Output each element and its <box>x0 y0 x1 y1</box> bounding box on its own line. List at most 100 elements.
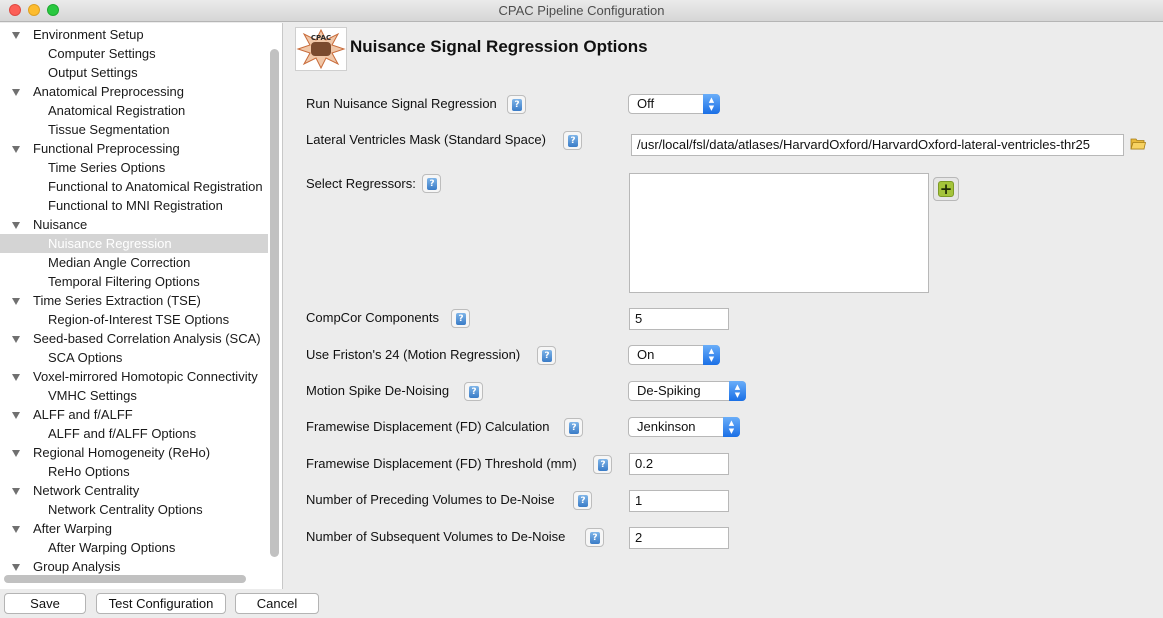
tree-section[interactable]: Environment Setup <box>0 25 268 44</box>
motion-spike-value: De-Spiking <box>637 383 701 398</box>
tree-section[interactable]: After Warping <box>0 519 268 538</box>
motion-spike-label: Motion Spike De-Noising <box>306 383 450 398</box>
disclosure-triangle-icon[interactable] <box>12 374 20 381</box>
window-title: CPAC Pipeline Configuration <box>498 3 665 18</box>
tree-section[interactable]: Functional Preprocessing <box>0 139 268 158</box>
tree-section[interactable]: Seed-based Correlation Analysis (SCA) <box>0 329 268 348</box>
tree-item-label: After Warping Options <box>48 540 176 555</box>
help-icon[interactable]: ? <box>537 346 556 365</box>
tree-item[interactable]: Time Series Options <box>0 158 268 177</box>
test-configuration-button[interactable]: Test Configuration <box>96 593 226 614</box>
disclosure-triangle-icon[interactable] <box>12 89 20 96</box>
tree-item[interactable]: Functional to Anatomical Registration <box>0 177 268 196</box>
friston-value: On <box>637 347 655 362</box>
tree-section[interactable]: ALFF and f/ALFF <box>0 405 268 424</box>
tree-item[interactable]: SCA Options <box>0 348 268 367</box>
tree-horizontal-scrollbar[interactable] <box>4 575 246 583</box>
tree-vertical-scrollbar[interactable] <box>270 49 279 557</box>
tree-item-label: Network Centrality Options <box>48 502 203 517</box>
motion-spike-select[interactable]: De-Spiking ▲ ▼ <box>628 381 746 401</box>
help-icon[interactable]: ? <box>464 382 483 401</box>
save-button[interactable]: Save <box>4 593 86 614</box>
tree-item[interactable]: Temporal Filtering Options <box>0 272 268 291</box>
tree-item-label: Tissue Segmentation <box>48 122 170 137</box>
tree-item-label: Group Analysis <box>33 559 121 574</box>
tree-item[interactable]: Tissue Segmentation <box>0 120 268 139</box>
disclosure-triangle-icon[interactable] <box>12 450 20 457</box>
tree-item-label: Temporal Filtering Options <box>48 274 200 289</box>
tree-item-label: Time Series Options <box>48 160 166 175</box>
help-icon[interactable]: ? <box>507 95 526 114</box>
add-regressor-button[interactable]: + <box>933 177 959 201</box>
tree-item-label: Anatomical Preprocessing <box>33 84 185 99</box>
tree-item-label: Regional Homogeneity (ReHo) <box>33 445 211 460</box>
tree-item[interactable]: ReHo Options <box>0 462 268 481</box>
disclosure-triangle-icon[interactable] <box>12 146 20 153</box>
fd-threshold-field[interactable]: 0.2 <box>629 453 729 475</box>
tree-item[interactable]: Network Centrality Options <box>0 500 268 519</box>
help-icon[interactable]: ? <box>585 528 604 547</box>
lateral-ventricles-path-field[interactable]: /usr/local/fsl/data/atlases/HarvardOxfor… <box>631 134 1124 156</box>
fd-calculation-value: Jenkinson <box>637 419 696 434</box>
tree-item-label: ALFF and f/ALFF Options <box>48 426 197 441</box>
help-icon[interactable]: ? <box>564 418 583 437</box>
tree-section[interactable]: Time Series Extraction (TSE) <box>0 291 268 310</box>
tree-item[interactable]: Anatomical Registration <box>0 101 268 120</box>
tree-item-label: Computer Settings <box>48 46 156 61</box>
tree-section[interactable]: Voxel-mirrored Homotopic Connectivity <box>0 367 268 386</box>
tree-item[interactable]: Nuisance Regression <box>0 234 268 253</box>
tree-item[interactable]: ALFF and f/ALFF Options <box>0 424 268 443</box>
tree-item-label: Network Centrality <box>33 483 140 498</box>
add-icon: + <box>938 180 954 198</box>
folder-icon[interactable] <box>1130 137 1147 150</box>
disclosure-triangle-icon[interactable] <box>12 488 20 495</box>
disclosure-triangle-icon[interactable] <box>12 298 20 305</box>
help-icon[interactable]: ? <box>422 174 441 193</box>
chevron-updown-icon: ▲ ▼ <box>703 345 720 365</box>
tree-item[interactable]: After Warping Options <box>0 538 268 557</box>
disclosure-triangle-icon[interactable] <box>12 32 20 39</box>
help-icon[interactable]: ? <box>451 309 470 328</box>
tree-item[interactable]: Median Angle Correction <box>0 253 268 272</box>
run-nuisance-select[interactable]: Off ▲ ▼ <box>628 94 720 114</box>
navigation-tree[interactable]: Environment Setup Computer Settings Output… <box>0 23 283 589</box>
cpac-logo: CPAC <box>295 27 347 71</box>
compcor-field[interactable]: 5 <box>629 308 729 330</box>
disclosure-triangle-icon[interactable] <box>12 564 20 571</box>
page-title: Nuisance Signal Regression Options <box>350 37 648 56</box>
tree-item-label: VMHC Settings <box>48 388 137 403</box>
chevron-updown-icon: ▲ ▼ <box>729 381 746 401</box>
disclosure-triangle-icon[interactable] <box>12 222 20 229</box>
tree-section[interactable]: Regional Homogeneity (ReHo) <box>0 443 268 462</box>
help-icon[interactable]: ? <box>563 131 582 150</box>
select-regressors-label: Select Regressors: <box>306 176 416 191</box>
help-icon[interactable]: ? <box>593 455 612 474</box>
disclosure-triangle-icon[interactable] <box>12 336 20 343</box>
tree-item-label: Seed-based Correlation Analysis (SCA) <box>33 331 261 346</box>
friston-select[interactable]: On ▲ ▼ <box>628 345 720 365</box>
disclosure-triangle-icon[interactable] <box>12 412 20 419</box>
help-icon[interactable]: ? <box>573 491 592 510</box>
tree-item-label: Output Settings <box>48 65 138 80</box>
lateral-ventricles-label: Lateral Ventricles Mask (Standard Space) <box>306 132 546 147</box>
tree-section[interactable]: Network Centrality <box>0 481 268 500</box>
tree-section[interactable]: Group Analysis <box>0 557 268 576</box>
subsequent-volumes-field[interactable]: 2 <box>629 527 729 549</box>
cancel-button[interactable]: Cancel <box>235 593 319 614</box>
tree-section[interactable]: Nuisance <box>0 215 268 234</box>
regressors-listbox[interactable] <box>629 173 929 293</box>
tree-section[interactable]: Anatomical Preprocessing <box>0 82 268 101</box>
tree-item[interactable]: Functional to MNI Registration <box>0 196 268 215</box>
preceding-volumes-field[interactable]: 1 <box>629 490 729 512</box>
tree-item[interactable]: Region-of-Interest TSE Options <box>0 310 268 329</box>
tree-item[interactable]: Output Settings <box>0 63 268 82</box>
fd-calculation-select[interactable]: Jenkinson ▲ ▼ <box>628 417 740 437</box>
chevron-updown-icon: ▲ ▼ <box>703 94 720 114</box>
disclosure-triangle-icon[interactable] <box>12 526 20 533</box>
run-nuisance-label: Run Nuisance Signal Regression <box>306 96 497 111</box>
tree-item[interactable]: VMHC Settings <box>0 386 268 405</box>
tree-item-label: Functional Preprocessing <box>33 141 180 156</box>
tree-item-label: ALFF and f/ALFF <box>33 407 133 422</box>
tree-item[interactable]: Computer Settings <box>0 44 268 63</box>
tree-item-label: After Warping <box>33 521 112 536</box>
